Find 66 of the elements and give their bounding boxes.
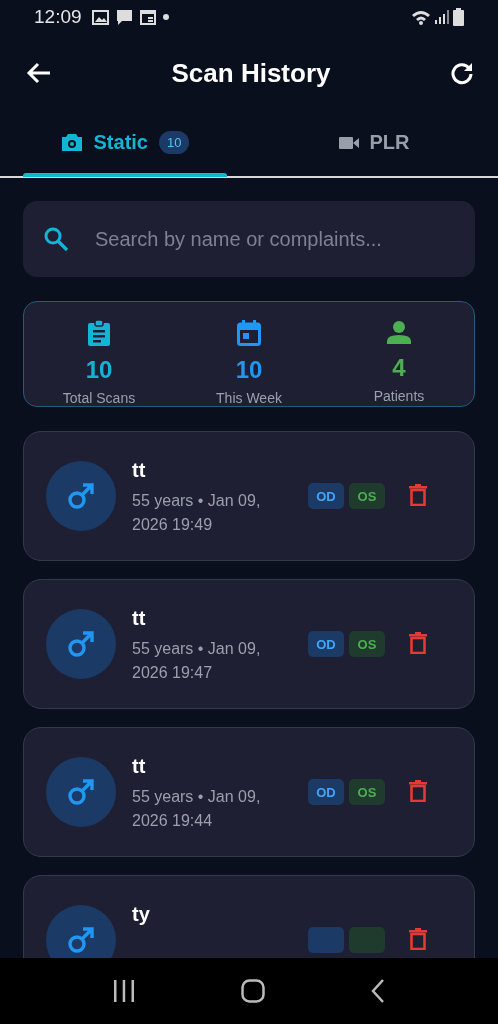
refresh-button[interactable]	[450, 61, 474, 85]
patient-name: tt	[132, 458, 147, 482]
od-eye-badge: OD	[308, 779, 344, 805]
delete-button[interactable]	[409, 780, 427, 802]
calendar-icon	[139, 9, 156, 25]
trash-icon	[409, 928, 427, 950]
male-symbol-icon	[67, 630, 95, 658]
od-eye-badge	[308, 927, 344, 953]
delete-button[interactable]	[409, 632, 427, 654]
battery-icon	[453, 8, 464, 26]
recent-apps-icon	[113, 980, 135, 1002]
back-button[interactable]	[26, 62, 52, 84]
stat-label: Total Scans	[62, 390, 136, 406]
count-badge: 10	[159, 131, 190, 154]
search-icon	[43, 226, 69, 252]
trash-icon	[409, 484, 427, 506]
chevron-left-icon	[371, 979, 385, 1003]
scan-card[interactable]: tt 55 years • Jan 09, 2026 19:49 OD OS	[23, 431, 475, 561]
patient-name: tt	[132, 754, 147, 778]
refresh-icon	[450, 61, 474, 85]
stat-label: This Week	[216, 390, 282, 406]
male-symbol-icon	[67, 926, 95, 954]
scan-details: 55 years • Jan 09, 2026 19:47	[132, 639, 262, 683]
patient-name: ty	[132, 902, 151, 926]
trash-icon	[409, 632, 427, 654]
message-icon	[115, 8, 133, 26]
signal-icon	[435, 10, 449, 24]
back-nav-button[interactable]	[371, 979, 385, 1003]
stat-value: 10	[85, 356, 113, 384]
scan-details: 55 years • Jan 09, 2026 19:44	[132, 787, 262, 831]
delete-button[interactable]	[409, 928, 427, 950]
os-eye-badge: OS	[349, 779, 385, 805]
dot-icon	[162, 14, 169, 20]
wifi-icon	[411, 9, 431, 25]
image-icon	[91, 9, 109, 25]
video-camera-icon	[338, 135, 359, 150]
patient-name: tt	[132, 606, 147, 630]
recent-apps-button[interactable]	[113, 980, 135, 1002]
os-eye-badge: OS	[349, 483, 385, 509]
person-icon	[387, 320, 411, 344]
trash-icon	[409, 780, 427, 802]
stat-value: 10	[235, 356, 263, 384]
scan-details: 55 years • Jan 09, 2026 19:49	[132, 491, 262, 535]
camera-icon	[60, 133, 83, 152]
stat-label: Patients	[373, 388, 425, 404]
delete-button[interactable]	[409, 484, 427, 506]
clipboard-icon	[88, 320, 110, 346]
male-symbol-icon	[67, 482, 95, 510]
search-field[interactable]: Search by name or complaints...	[23, 201, 475, 277]
scan-card[interactable]: ty	[23, 875, 475, 958]
od-eye-badge: OD	[308, 483, 344, 509]
status-time: 12:09	[34, 6, 82, 28]
od-eye-badge: OD	[308, 631, 344, 657]
back-arrow-icon	[26, 62, 52, 84]
calendar-icon	[237, 320, 261, 346]
os-eye-badge: OS	[349, 631, 385, 657]
tab[interactable]: Static 10	[23, 112, 227, 176]
scan-card[interactable]: tt 55 years • Jan 09, 2026 19:47 OD OS	[23, 579, 475, 709]
os-eye-badge	[349, 927, 385, 953]
male-symbol-icon	[67, 778, 95, 806]
scan-card[interactable]: tt 55 years • Jan 09, 2026 19:44 OD OS	[23, 727, 475, 857]
tab[interactable]: PLR	[272, 112, 476, 176]
screen-title: Scan History	[170, 57, 332, 89]
home-button[interactable]	[241, 979, 265, 1003]
stat-value: 4	[392, 354, 406, 382]
home-icon	[241, 979, 265, 1003]
